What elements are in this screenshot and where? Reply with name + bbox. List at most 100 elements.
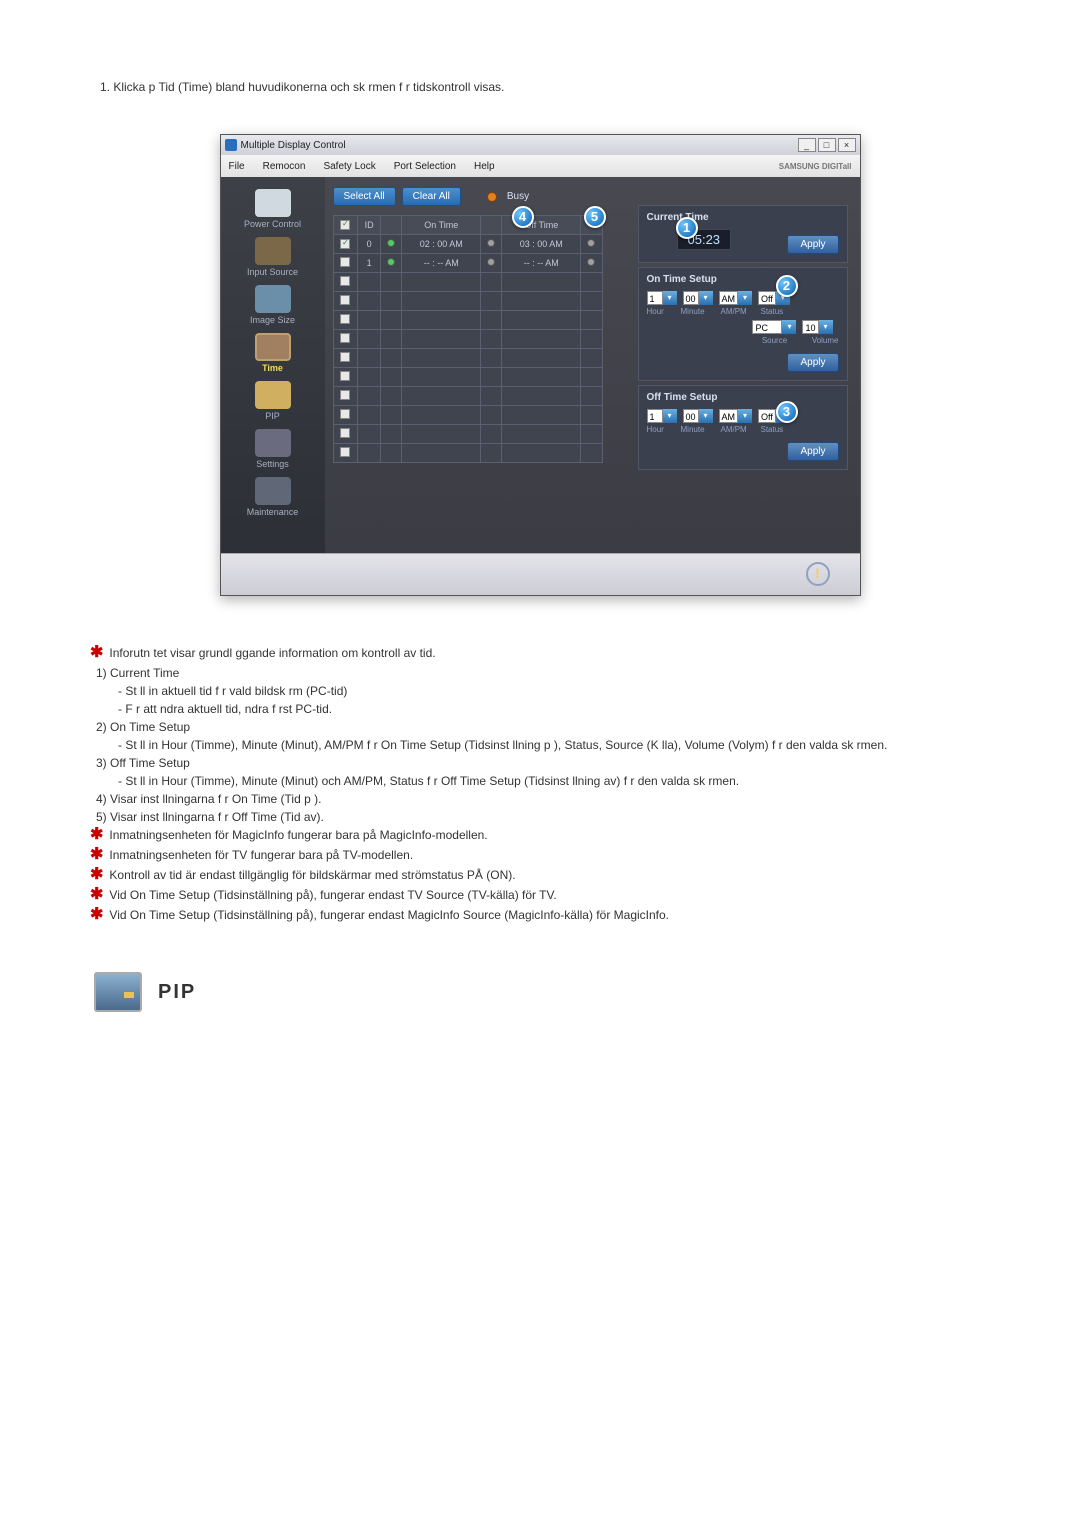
checkbox-icon[interactable]: [340, 409, 350, 419]
maintenance-icon: [255, 477, 291, 505]
maximize-button[interactable]: □: [818, 138, 836, 152]
sidebar-label: Maintenance: [221, 507, 325, 517]
led-icon: [587, 258, 595, 266]
image-icon: [255, 285, 291, 313]
table-row[interactable]: 0 02 : 00 AM 03 : 00 AM: [333, 235, 602, 254]
menu-port-selection[interactable]: Port Selection: [394, 161, 456, 172]
chevron-down-icon[interactable]: ▾: [699, 409, 713, 423]
note-text: Vid On Time Setup (Tidsinställning på), …: [109, 888, 556, 902]
status-label: Status: [761, 307, 784, 316]
menu-remocon[interactable]: Remocon: [263, 161, 306, 172]
col-power: [381, 216, 402, 235]
right-panel: Current Time 05:23 Apply On Time Setup 1…: [638, 205, 848, 474]
checkbox-icon[interactable]: [340, 276, 350, 286]
notes: ✱ Inforutn tet visar grundl ggande inform…: [90, 646, 990, 922]
sidebar-label: Time: [221, 363, 325, 373]
note-text: Inforutn tet visar grundl ggande informa…: [109, 646, 435, 660]
checkbox-icon[interactable]: [340, 333, 350, 343]
menu-help[interactable]: Help: [474, 161, 495, 172]
menu-file[interactable]: File: [229, 161, 245, 172]
checkbox-icon[interactable]: [340, 220, 350, 230]
select-all-button[interactable]: Select All: [333, 187, 396, 206]
chevron-down-icon[interactable]: ▾: [782, 320, 796, 334]
brand-logo: SAMSUNG DIGITall: [779, 162, 852, 171]
note-text: 2) On Time Setup: [96, 720, 990, 734]
checkbox-icon[interactable]: [340, 390, 350, 400]
time-icon: [255, 333, 291, 361]
apply-button[interactable]: Apply: [787, 353, 838, 372]
chevron-down-icon[interactable]: ▾: [738, 409, 752, 423]
chevron-down-icon[interactable]: ▾: [663, 291, 677, 305]
checkbox-icon[interactable]: [340, 371, 350, 381]
chevron-down-icon[interactable]: ▾: [819, 320, 833, 334]
callout-badge-2: 2: [776, 275, 798, 297]
menu-safety-lock[interactable]: Safety Lock: [323, 161, 375, 172]
close-button[interactable]: ×: [838, 138, 856, 152]
note-text: 3) Off Time Setup: [96, 756, 990, 770]
status-select[interactable]: Off: [758, 409, 776, 423]
note-text: - St ll in aktuell tid f r vald bildsk r…: [118, 684, 990, 698]
section-title: On Time Setup: [647, 274, 839, 285]
chevron-down-icon[interactable]: ▾: [738, 291, 752, 305]
hour-select[interactable]: 1: [647, 409, 663, 423]
busy-label: Busy: [507, 191, 529, 202]
sidebar-item-image[interactable]: Image Size: [221, 285, 325, 325]
note-text: Inmatningsenheten för TV fungerar bara p…: [109, 848, 413, 862]
note-text: 1) Current Time: [96, 666, 990, 680]
sidebar-item-power[interactable]: Power Control: [221, 189, 325, 229]
sidebar-item-time[interactable]: Time: [221, 333, 325, 373]
note-text: 5) Visar inst llningarna f r Off Time (T…: [96, 810, 990, 824]
cell-ontime: 02 : 00 AM: [402, 235, 481, 254]
ampm-label: AM/PM: [721, 425, 761, 434]
pip-title: PIP: [158, 981, 196, 1004]
checkbox-icon[interactable]: [340, 314, 350, 324]
callout-badge-4: 4: [512, 206, 534, 228]
table-row[interactable]: 1 -- : -- AM -- : -- AM: [333, 254, 602, 273]
led-icon: [587, 239, 595, 247]
apply-button[interactable]: Apply: [787, 235, 838, 254]
pip-heading: PIP: [94, 972, 990, 1012]
status-select[interactable]: Off: [758, 291, 776, 305]
sidebar-item-settings[interactable]: Settings: [221, 429, 325, 469]
ampm-select[interactable]: AM: [719, 291, 739, 305]
checkbox-icon[interactable]: [340, 295, 350, 305]
clear-all-button[interactable]: Clear All: [402, 187, 461, 206]
pip-icon: [94, 972, 142, 1012]
volume-select[interactable]: 10: [802, 320, 818, 334]
sidebar-item-pip[interactable]: PIP: [221, 381, 325, 421]
minimize-button[interactable]: _: [798, 138, 816, 152]
checkbox-icon[interactable]: [340, 352, 350, 362]
checkbox-icon[interactable]: [340, 257, 350, 267]
minute-label: Minute: [681, 307, 721, 316]
chevron-down-icon[interactable]: ▾: [663, 409, 677, 423]
star-icon: ✱: [90, 908, 103, 922]
volume-label: Volume: [812, 336, 839, 345]
power-icon: [255, 189, 291, 217]
hour-select[interactable]: 1: [647, 291, 663, 305]
checkbox-icon[interactable]: [340, 447, 350, 457]
led-icon: [487, 258, 495, 266]
sidebar-label: Input Source: [221, 267, 325, 277]
note-text: - F r att ndra aktuell tid, ndra f rst P…: [118, 702, 990, 716]
ampm-select[interactable]: AM: [719, 409, 739, 423]
source-select[interactable]: PC: [752, 320, 782, 334]
minute-select[interactable]: 00: [683, 409, 699, 423]
menubar: File Remocon Safety Lock Port Selection …: [221, 155, 860, 177]
sidebar-item-input[interactable]: Input Source: [221, 237, 325, 277]
minute-select[interactable]: 00: [683, 291, 699, 305]
display-grid: ID On Time Off Time 0 02 : 00 AM 03 : 00…: [333, 215, 603, 535]
status-bar: [221, 553, 860, 595]
status-label: Status: [761, 425, 784, 434]
checkbox-icon[interactable]: [340, 428, 350, 438]
note-text: 4) Visar inst llningarna f r On Time (Ti…: [96, 792, 990, 806]
off-time-section: Off Time Setup 1▾ 00▾ AM▾ Off▾ Hour Minu…: [638, 385, 848, 470]
chevron-down-icon[interactable]: ▾: [699, 291, 713, 305]
cell-ontime: -- : -- AM: [402, 254, 481, 273]
checkbox-icon[interactable]: [340, 239, 350, 249]
apply-button[interactable]: Apply: [787, 442, 838, 461]
sidebar-item-maintenance[interactable]: Maintenance: [221, 477, 325, 517]
col-id: ID: [358, 216, 381, 235]
source-label: Source: [762, 336, 812, 345]
star-icon: ✱: [90, 646, 103, 660]
cell-id: 0: [358, 235, 381, 254]
